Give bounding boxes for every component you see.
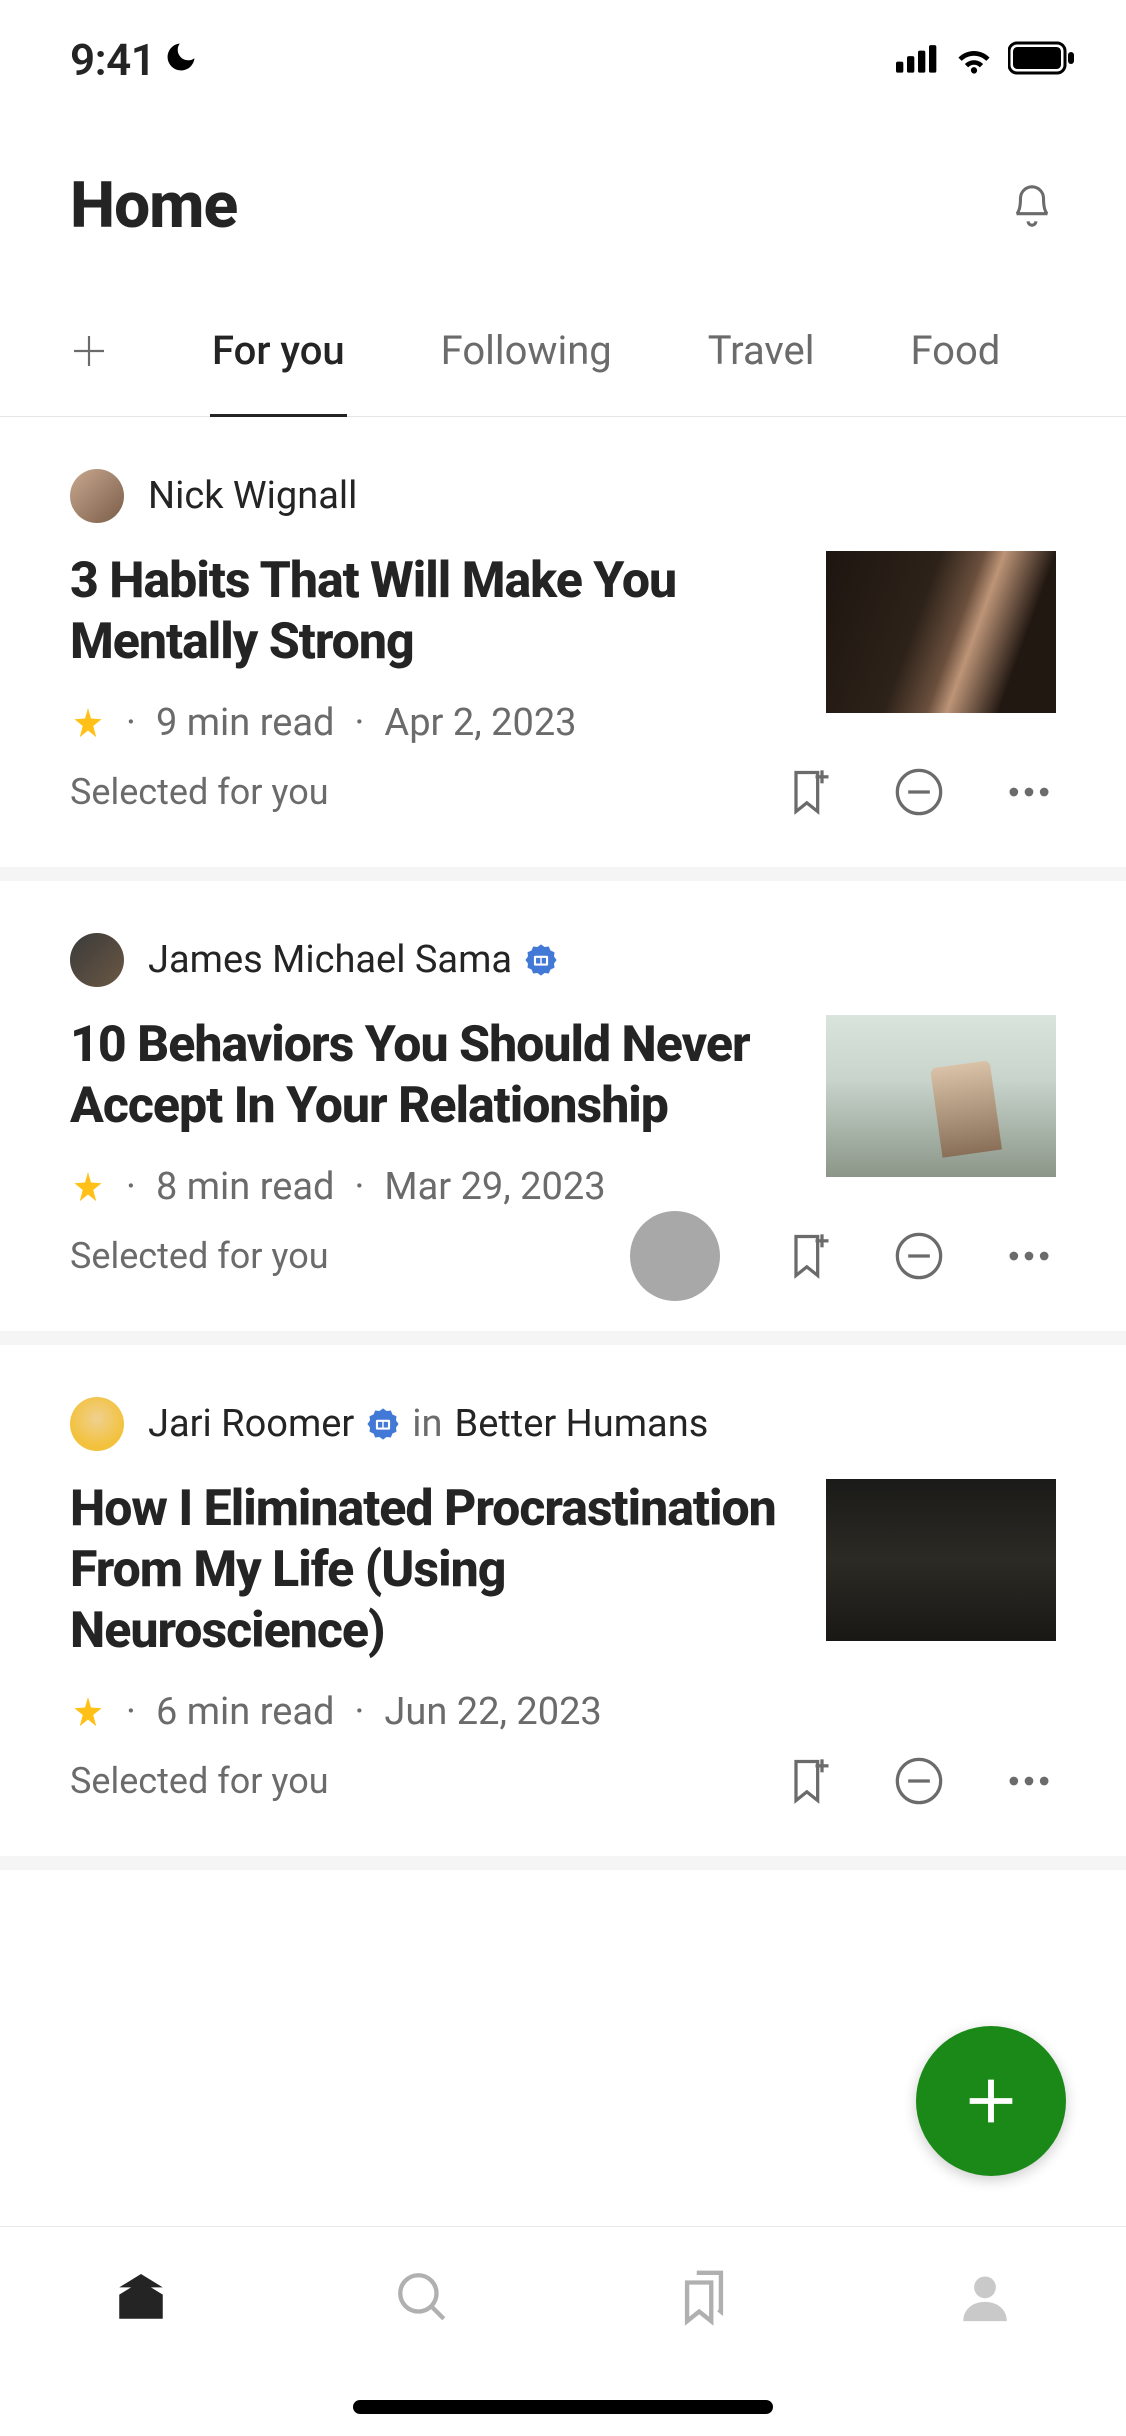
bookmark-button[interactable] <box>782 1229 836 1283</box>
author-name-text: Nick Wignall <box>148 474 357 518</box>
author-name-text: James Michael Sama <box>148 938 512 982</box>
show-less-button[interactable] <box>892 1754 946 1808</box>
members-only-star-icon <box>70 1169 106 1205</box>
article-body: How I Eliminated Procrastination From My… <box>70 1479 1056 1734</box>
author-avatar[interactable] <box>70 469 124 523</box>
article-card[interactable]: James Michael Sama 10 Behaviors You Shou… <box>0 881 1126 1345</box>
article-thumbnail <box>826 1015 1056 1177</box>
meta-separator: · <box>126 1165 136 1209</box>
members-only-star-icon <box>70 705 106 741</box>
cellular-signal-icon <box>896 40 940 80</box>
article-title: How I Eliminated Procrastination From My… <box>70 1479 786 1662</box>
show-less-button[interactable] <box>892 765 946 819</box>
article-body: 10 Behaviors You Should Never Accept In … <box>70 1015 1056 1209</box>
compose-fab[interactable] <box>916 2026 1066 2176</box>
article-meta: · 8 min read · Mar 29, 2023 <box>70 1165 786 1209</box>
touch-indicator <box>630 1211 720 1301</box>
article-body: 3 Habits That Will Make You Mentally Str… <box>70 551 1056 745</box>
article-meta: · 9 min read · Apr 2, 2023 <box>70 701 786 745</box>
author-row: Jari Roomer in Better Humans <box>70 1397 1056 1451</box>
author-name[interactable]: Nick Wignall <box>148 474 357 518</box>
nav-search[interactable] <box>392 2267 452 2327</box>
publication-name: Better Humans <box>455 1402 709 1446</box>
meta-separator: · <box>354 1690 364 1734</box>
author-avatar[interactable] <box>70 933 124 987</box>
notifications-button[interactable] <box>1008 182 1056 230</box>
recommendation-label: Selected for you <box>70 1235 329 1277</box>
tab-travel[interactable]: Travel <box>708 327 815 416</box>
nav-bookmarks[interactable] <box>674 2267 734 2327</box>
author-row: James Michael Sama <box>70 933 1056 987</box>
publication-in-word: in <box>412 1402 442 1446</box>
article-footer: Selected for you <box>70 1754 1056 1808</box>
status-left: 9:41 <box>70 34 199 86</box>
show-less-button[interactable] <box>892 1229 946 1283</box>
wifi-icon <box>952 40 996 80</box>
article-footer: Selected for you <box>70 1229 1056 1283</box>
add-tab-button[interactable] <box>68 351 110 393</box>
recommendation-label: Selected for you <box>70 1760 329 1802</box>
author-name[interactable]: James Michael Sama <box>148 938 558 982</box>
author-name-text: Jari Roomer <box>148 1402 354 1446</box>
article-actions <box>782 765 1056 819</box>
author-avatar[interactable] <box>70 1397 124 1451</box>
recommendation-label: Selected for you <box>70 771 329 813</box>
status-bar: 9:41 <box>0 0 1126 100</box>
article-card[interactable]: Nick Wignall 3 Habits That Will Make You… <box>0 417 1126 881</box>
author-name[interactable]: Jari Roomer in Better Humans <box>148 1402 708 1446</box>
meta-separator: · <box>354 1165 364 1209</box>
tab-following[interactable]: Following <box>441 327 612 416</box>
tab-food[interactable]: Food <box>910 327 1000 416</box>
meta-separator: · <box>126 701 136 745</box>
more-options-button[interactable] <box>1002 765 1056 819</box>
page-title: Home <box>70 168 237 243</box>
home-indicator[interactable] <box>353 2400 773 2414</box>
battery-icon <box>1008 40 1076 80</box>
nav-profile[interactable] <box>955 2267 1015 2327</box>
meta-separator: · <box>354 701 364 745</box>
page-header: Home <box>0 100 1126 271</box>
bookmark-button[interactable] <box>782 765 836 819</box>
verified-badge-icon <box>524 943 558 977</box>
members-only-star-icon <box>70 1694 106 1730</box>
author-row: Nick Wignall <box>70 469 1056 523</box>
article-footer: Selected for you <box>70 765 1056 819</box>
more-options-button[interactable] <box>1002 1229 1056 1283</box>
article-thumbnail <box>826 1479 1056 1641</box>
article-card[interactable]: Jari Roomer in Better Humans How I Elimi… <box>0 1345 1126 1870</box>
article-meta: · 6 min read · Jun 22, 2023 <box>70 1690 786 1734</box>
article-actions <box>782 1229 1056 1283</box>
article-title: 10 Behaviors You Should Never Accept In … <box>70 1015 786 1137</box>
read-time: 6 min read <box>156 1690 335 1734</box>
publish-date: Apr 2, 2023 <box>384 701 576 745</box>
article-title: 3 Habits That Will Make You Mentally Str… <box>70 551 786 673</box>
publish-date: Jun 22, 2023 <box>384 1690 601 1734</box>
meta-separator: · <box>126 1690 136 1734</box>
bookmark-button[interactable] <box>782 1754 836 1808</box>
feed-tabs: For you Following Travel Food <box>0 271 1126 417</box>
moon-icon <box>163 34 199 86</box>
more-options-button[interactable] <box>1002 1754 1056 1808</box>
verified-badge-icon <box>366 1407 400 1441</box>
nav-home[interactable] <box>111 2267 171 2327</box>
read-time: 9 min read <box>156 701 335 745</box>
status-time: 9:41 <box>70 34 155 86</box>
read-time: 8 min read <box>156 1165 335 1209</box>
article-actions <box>782 1754 1056 1808</box>
article-thumbnail <box>826 551 1056 713</box>
status-right <box>896 40 1076 80</box>
publish-date: Mar 29, 2023 <box>384 1165 605 1209</box>
article-feed: Nick Wignall 3 Habits That Will Make You… <box>0 417 1126 1870</box>
tab-for-you[interactable]: For you <box>212 327 345 416</box>
